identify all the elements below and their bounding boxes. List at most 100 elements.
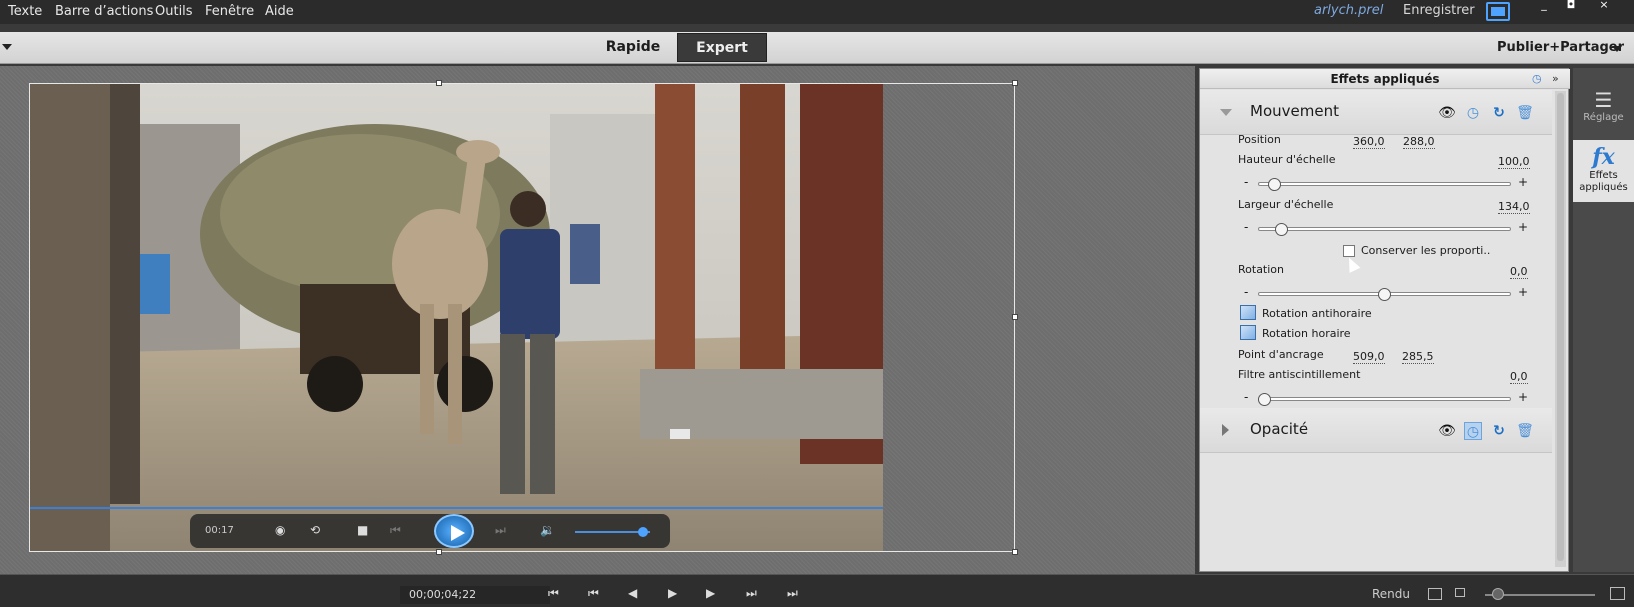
rotate-clockwise-button[interactable]: Rotation horaire [1262, 327, 1351, 340]
step-forward-icon[interactable]: ▶ [706, 586, 715, 600]
panel-menu-icon[interactable]: » [1552, 72, 1559, 85]
rotation-value[interactable]: 0,0 [1510, 265, 1528, 279]
eye-icon[interactable]: 👁 [1438, 104, 1456, 122]
close-button[interactable]: × [1590, 0, 1618, 12]
scale-height-slider[interactable] [1258, 182, 1511, 186]
scale-height-knob[interactable] [1267, 178, 1281, 191]
expand-triangle-icon[interactable] [1222, 424, 1229, 436]
rotation-plus[interactable]: + [1518, 285, 1528, 299]
resize-handle-bottom[interactable] [436, 549, 442, 555]
timer-icon[interactable]: ◷ [1464, 422, 1482, 440]
trash-icon[interactable]: 🗑 [1516, 422, 1534, 440]
antiflicker-label: Filtre antiscintillement [1238, 368, 1361, 381]
scale-width-slider[interactable] [1258, 227, 1511, 231]
go-to-end-icon[interactable]: ⏭ [787, 586, 798, 601]
rotate-counterclockwise-icon[interactable] [1240, 305, 1256, 320]
rotate-clockwise-icon[interactable] [1240, 325, 1256, 340]
section-opacite-header[interactable]: Opacité 👁 ◷ ↻ 🗑 [1200, 408, 1552, 453]
antiflicker-minus[interactable]: - [1244, 390, 1248, 404]
resize-handle-right[interactable] [1012, 314, 1018, 320]
fx-icon: fx [1592, 144, 1615, 170]
eye-icon[interactable]: 👁 [1438, 422, 1456, 440]
right-toolstrip: ☰ Réglage fx Effets appliqués [1573, 68, 1634, 572]
section-mouvement-header[interactable]: Mouvement 👁 ◷ ↻ 🗑 [1200, 90, 1552, 135]
publish-share-menu[interactable]: Publier+Partager [1497, 40, 1624, 55]
antiflicker-plus[interactable]: + [1518, 390, 1528, 404]
section-mouvement-title: Mouvement [1250, 102, 1339, 120]
prev-icon[interactable]: ⏮ [390, 523, 401, 538]
menu-fenetre[interactable]: Fenêtre [205, 4, 254, 19]
trash-icon[interactable]: 🗑 [1516, 104, 1534, 122]
maximize-button[interactable]: ◘ [1557, 0, 1585, 12]
menu-outils[interactable]: Outils [155, 4, 193, 19]
render-button[interactable]: Rendu [1372, 587, 1410, 601]
timecode[interactable]: 00;00;04;22 [400, 586, 550, 604]
section-opacite-title: Opacité [1250, 420, 1309, 438]
scale-height-minus[interactable]: - [1244, 175, 1248, 189]
resize-handle-top[interactable] [436, 80, 442, 86]
position-y-value[interactable]: 288,0 [1403, 135, 1435, 149]
scale-width-knob[interactable] [1274, 223, 1288, 236]
minimize-button[interactable]: _ [1530, 0, 1558, 12]
anchor-x-value[interactable]: 509,0 [1353, 350, 1385, 364]
antiflicker-slider[interactable] [1258, 397, 1511, 401]
volume-icon[interactable]: 🔉 [540, 523, 555, 537]
mode-bar: Rapide Expert Publier+Partager [0, 32, 1634, 64]
position-label: Position [1238, 133, 1281, 146]
adjust-tool[interactable]: ☰ Réglage [1573, 88, 1634, 138]
panel-scrollbar[interactable] [1555, 91, 1566, 567]
player-controls: 00:17 ◉ ⟲ ■ ⏮ ⏭ 🔉 [190, 514, 670, 548]
previous-edit-icon[interactable]: ⏮ [588, 586, 599, 601]
chevron-down-icon[interactable] [1612, 46, 1622, 52]
play-icon[interactable]: ▶ [668, 586, 677, 600]
antiflicker-value[interactable]: 0,0 [1510, 370, 1528, 384]
applied-effects-tool[interactable]: fx Effets appliqués [1573, 140, 1634, 202]
anchor-y-value[interactable]: 285,5 [1402, 350, 1434, 364]
scale-height-value[interactable]: 100,0 [1498, 155, 1530, 169]
tab-rapide[interactable]: Rapide [588, 33, 678, 62]
zoom-out-icon[interactable] [1455, 588, 1465, 597]
video-frame[interactable] [30, 84, 883, 551]
play-button[interactable] [434, 514, 474, 548]
menu-aide[interactable]: Aide [265, 4, 294, 19]
scrollbar-thumb[interactable] [1557, 93, 1564, 561]
full-screen-monitor-icon[interactable] [1486, 2, 1510, 21]
scale-width-minus[interactable]: - [1244, 220, 1248, 234]
fit-icon[interactable] [1428, 588, 1442, 600]
adjust-label: Réglage [1583, 112, 1624, 123]
expand-triangle-icon[interactable] [1220, 109, 1232, 116]
reset-icon[interactable]: ↻ [1490, 104, 1508, 122]
step-back-icon[interactable]: ◀ [628, 586, 637, 600]
loop-icon[interactable]: ⟲ [310, 523, 320, 537]
next-icon[interactable]: ⏭ [495, 523, 506, 538]
go-to-start-icon[interactable]: ⏮ [548, 586, 559, 601]
menu-texte[interactable]: Texte [8, 4, 42, 19]
volume-knob[interactable] [638, 527, 648, 537]
menu-barre-actions[interactable]: Barre d’actions [55, 4, 153, 19]
scale-width-value[interactable]: 134,0 [1498, 200, 1530, 214]
anchor-point-label: Point d'ancrage [1238, 348, 1324, 361]
rotate-counterclockwise-button[interactable]: Rotation antihoraire [1262, 307, 1372, 320]
rewind-icon[interactable]: ◉ [275, 523, 285, 537]
scale-width-plus[interactable]: + [1518, 220, 1528, 234]
rotation-minus[interactable]: - [1244, 285, 1248, 299]
zoom-knob[interactable] [1492, 588, 1504, 600]
chevron-down-icon[interactable] [2, 44, 12, 50]
rotation-knob[interactable] [1378, 288, 1391, 301]
timer-icon[interactable]: ◷ [1532, 72, 1542, 85]
next-edit-icon[interactable]: ⏭ [746, 586, 757, 601]
timer-icon[interactable]: ◷ [1464, 104, 1482, 122]
reset-icon[interactable]: ↻ [1490, 422, 1508, 440]
timeline-bar: 00;00;04;22 ⏮ ⏮ ◀ ▶ ▶ ⏭ ⏭ Rendu [0, 574, 1634, 607]
zoom-in-icon[interactable] [1610, 587, 1625, 600]
scale-height-plus[interactable]: + [1518, 175, 1528, 189]
resize-handle-bottom-right[interactable] [1012, 549, 1018, 555]
rotation-label: Rotation [1238, 263, 1285, 276]
tab-expert[interactable]: Expert [677, 33, 767, 62]
player-progress-line[interactable] [30, 507, 883, 509]
position-x-value[interactable]: 360,0 [1353, 135, 1385, 149]
resize-handle-top-right[interactable] [1012, 80, 1018, 86]
save-button[interactable]: Enregistrer [1403, 3, 1475, 18]
stop-icon[interactable]: ■ [357, 523, 368, 537]
antiflicker-knob[interactable] [1258, 393, 1271, 406]
